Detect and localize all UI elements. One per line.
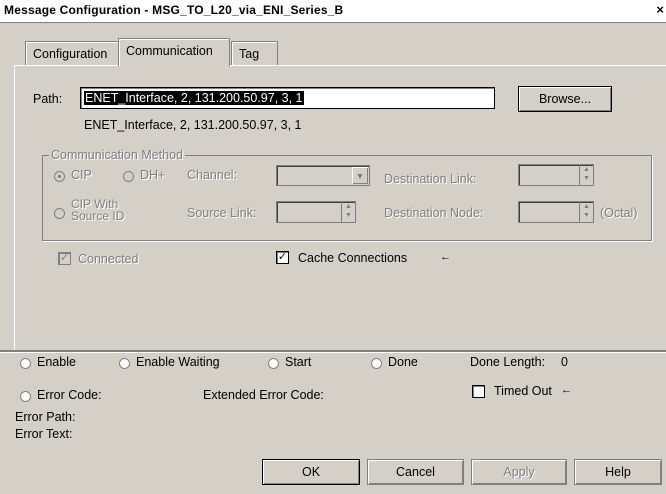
timed-out-arrow-icon: ← [561,384,572,396]
done-length-label: Done Length: [470,355,546,369]
path-input-value: ENET_Interface, 2, 131.200.50.97, 3, 1 [84,91,304,105]
destination-link-stepper[interactable]: ▲ ▼ [518,164,594,186]
cancel-button[interactable]: Cancel [367,459,464,485]
dhplus-radio[interactable] [123,171,134,182]
enable-waiting-indicator [119,358,130,369]
connected-label: Connected [78,252,139,266]
start-label: Start [285,355,312,369]
spin-arrows-icon[interactable]: ▲ ▼ [579,202,593,222]
apply-button-label: Apply [503,465,535,479]
error-text-label: Error Text: [15,427,73,441]
done-indicator [371,358,382,369]
enable-indicator [20,358,31,369]
destination-node-label: Destination Node: [384,206,484,220]
cache-connections-checkbox[interactable]: ✓ [276,251,289,264]
tab-communication[interactable]: Communication [118,38,230,66]
cache-connections-label: Cache Connections [298,251,408,265]
channel-label: Channel: [187,168,238,182]
resolved-path: ENET_Interface, 2, 131.200.50.97, 3, 1 [84,118,302,132]
tab-tag[interactable]: Tag [231,41,278,65]
channel-dropdown[interactable]: ▼ [276,165,370,186]
source-link-stepper[interactable]: ▲ ▼ [276,201,356,223]
divider [0,350,666,353]
timed-out-label: Timed Out [494,384,552,398]
octal-label: (Octal) [600,206,638,220]
start-indicator [268,358,279,369]
enable-label: Enable [37,355,76,369]
tab-configuration[interactable]: Configuration [25,41,119,65]
error-path-label: Error Path: [15,410,76,424]
cip-with-source-label: CIP With Source ID [71,198,124,222]
path-input[interactable]: ENET_Interface, 2, 131.200.50.97, 3, 1 [80,87,495,109]
cache-arrow-icon: ← [440,251,451,263]
browse-button[interactable]: Browse... [518,86,612,112]
apply-button[interactable]: Apply [471,459,567,485]
extended-error-code-label: Extended Error Code: [203,388,324,402]
title-bar: Message Configuration - MSG_TO_L20_via_E… [0,0,666,23]
ok-button-label: OK [301,465,321,479]
cip-radio[interactable] [54,171,65,182]
destination-node-stepper[interactable]: ▲ ▼ [518,201,594,223]
cip-with-source-radio[interactable] [54,208,65,219]
done-label: Done [388,355,418,369]
window-title: Message Configuration - MSG_TO_L20_via_E… [4,3,344,17]
help-button-label: Help [605,465,631,479]
timed-out-checkbox [472,385,485,398]
done-length-value: 0 [561,355,568,369]
cancel-button-label: Cancel [396,465,435,479]
tab-communication-label: Communication [126,44,213,58]
path-label: Path: [33,92,63,106]
close-icon[interactable]: × [656,2,664,17]
connected-checkbox[interactable]: ✓ [58,252,71,265]
spin-arrows-icon[interactable]: ▲ ▼ [341,202,355,222]
ok-button[interactable]: OK [262,459,360,485]
enable-waiting-label: Enable Waiting [136,355,220,369]
cip-label: CIP [71,168,92,182]
tab-tag-label: Tag [239,47,260,61]
cip-with-source-line2: Source ID [71,209,125,223]
help-button[interactable]: Help [574,459,662,485]
error-code-label: Error Code: [37,388,102,402]
browse-button-label: Browse... [538,92,592,106]
destination-link-label: Destination Link: [384,172,477,186]
chevron-down-icon[interactable]: ▼ [352,167,368,184]
source-link-label: Source Link: [187,206,257,220]
communication-method-title: Communication Method [49,148,186,162]
dhplus-label: DH+ [140,168,166,182]
tab-configuration-label: Configuration [33,47,108,61]
error-code-indicator [20,391,31,402]
spin-arrows-icon[interactable]: ▲ ▼ [579,165,593,185]
